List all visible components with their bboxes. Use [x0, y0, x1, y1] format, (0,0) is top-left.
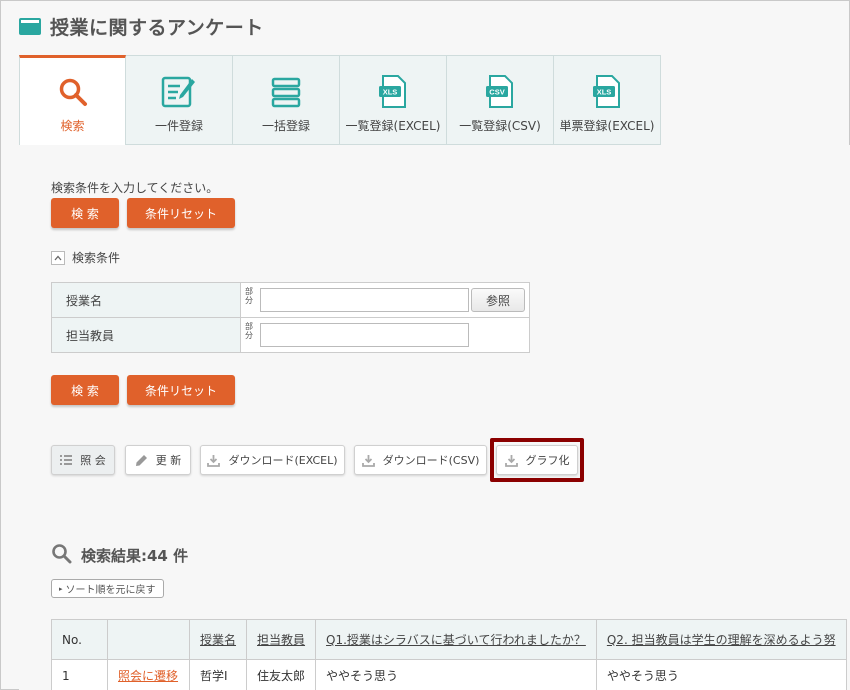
- svg-text:XLS: XLS: [597, 88, 612, 97]
- csv-file-icon: CSV: [482, 74, 518, 110]
- tab-label: 一件登録: [154, 119, 203, 133]
- tab-label: 単票登録(EXCEL): [559, 119, 655, 133]
- column-header-teacher[interactable]: 担当教員: [246, 619, 317, 660]
- tab-single-sheet-excel[interactable]: XLS 単票登録(EXCEL): [554, 55, 661, 145]
- search-panel: 検索条件を入力してください。 検 索 条件リセット 検索条件 授業名 部分 参照…: [19, 145, 850, 690]
- search-icon: [51, 543, 72, 568]
- cell-q2: ややそう思う: [595, 659, 847, 690]
- cell-teacher: 住友太郎: [246, 659, 317, 690]
- reference-button[interactable]: 参照: [471, 288, 525, 312]
- chevron-up-icon: [51, 250, 65, 265]
- column-header-no: No.: [51, 619, 108, 660]
- cell-no: 1: [51, 659, 108, 690]
- tab-label: 検索: [60, 119, 85, 133]
- search-button[interactable]: 検 索: [51, 198, 119, 228]
- search-icon: [55, 74, 91, 110]
- column-header-q2[interactable]: Q2. 担当教員は学生の理解を深めるよう努: [595, 619, 847, 660]
- match-mode-label: 部分: [245, 322, 253, 340]
- field-label: 担当教員: [51, 317, 241, 353]
- course-name-input[interactable]: [260, 288, 469, 312]
- edit-form-icon: [161, 74, 197, 110]
- tab-bar: 検索 一件登録 一括登録 XLS 一覧登録(EXCEL) CSV 一覧登録(CS…: [19, 55, 661, 145]
- conditions-toggle[interactable]: 検索条件: [51, 249, 120, 266]
- condition-row: 担当教員 部分: [51, 317, 530, 353]
- list-icon: [60, 455, 73, 465]
- tab-list-register-csv[interactable]: CSV 一覧登録(CSV): [447, 55, 554, 145]
- cell-course: 哲学Ⅰ: [188, 659, 248, 690]
- download-icon: [361, 454, 375, 467]
- field-label: 授業名: [51, 282, 241, 318]
- download-excel-button[interactable]: ダウンロード(EXCEL): [200, 445, 345, 475]
- results-table: No. 授業名 担当教員 Q1.授業はシラバスに基づいて行われましたか？ Q2.…: [51, 619, 847, 690]
- pencil-icon: [135, 454, 148, 467]
- tab-label: 一覧登録(EXCEL): [345, 119, 441, 133]
- svg-text:XLS: XLS: [383, 88, 398, 97]
- view-button[interactable]: 照 会: [51, 445, 115, 475]
- window-icon: [19, 17, 41, 35]
- column-header-q1[interactable]: Q1.授業はシラバスに基づいて行われましたか？: [315, 619, 597, 660]
- table-row: 1 照会に遷移 哲学Ⅰ 住友太郎 ややそう思う ややそう思う: [51, 659, 847, 690]
- column-header-link: [107, 619, 190, 660]
- condition-row: 授業名 部分 参照: [51, 282, 530, 318]
- page-title: 授業に関するアンケート: [50, 16, 264, 39]
- xls-file-icon: XLS: [589, 74, 625, 110]
- cell-link[interactable]: 照会に遷移: [107, 659, 190, 690]
- reset-button[interactable]: 条件リセット: [127, 198, 235, 228]
- reset-button-bottom[interactable]: 条件リセット: [127, 375, 235, 405]
- tab-list-register-excel[interactable]: XLS 一覧登録(EXCEL): [340, 55, 447, 145]
- svg-text:CSV: CSV: [489, 88, 504, 97]
- list-stack-icon: [268, 74, 304, 110]
- tab-search[interactable]: 検索: [19, 55, 126, 145]
- caret-right-icon: ▸: [59, 584, 63, 593]
- tab-single-register[interactable]: 一件登録: [126, 55, 233, 145]
- conditions-table: 授業名 部分 参照 担当教員 部分: [51, 282, 530, 353]
- search-hint: 検索条件を入力してください。: [51, 181, 219, 195]
- tab-bulk-register[interactable]: 一括登録: [233, 55, 340, 145]
- download-icon: [207, 454, 221, 467]
- results-header: 検索結果:44 件: [51, 543, 188, 568]
- tab-label: 一覧登録(CSV): [459, 119, 541, 133]
- view-link[interactable]: 照会に遷移: [118, 669, 178, 683]
- teacher-input[interactable]: [260, 323, 469, 347]
- table-header-row: No. 授業名 担当教員 Q1.授業はシラバスに基づいて行われましたか？ Q2.…: [51, 619, 847, 660]
- conditions-label: 検索条件: [72, 251, 121, 265]
- graph-button-highlight: [490, 438, 584, 482]
- page-header: 授業に関するアンケート: [19, 13, 264, 39]
- cell-q1: ややそう思う: [315, 659, 597, 690]
- column-header-course[interactable]: 授業名: [188, 619, 248, 660]
- update-button[interactable]: 更 新: [125, 445, 191, 475]
- tab-label: 一括登録: [261, 119, 310, 133]
- download-csv-button[interactable]: ダウンロード(CSV): [354, 445, 487, 475]
- app-window: 授業に関するアンケート 検索 一件登録 一括登録 XLS 一覧登録(EXCEL): [0, 0, 850, 690]
- match-mode-label: 部分: [245, 287, 253, 305]
- results-title: 検索結果:44 件: [81, 547, 189, 565]
- xls-file-icon: XLS: [375, 74, 411, 110]
- search-button-bottom[interactable]: 検 索: [51, 375, 119, 405]
- sort-reset-button[interactable]: ▸ ソート順を元に戻す: [51, 579, 164, 598]
